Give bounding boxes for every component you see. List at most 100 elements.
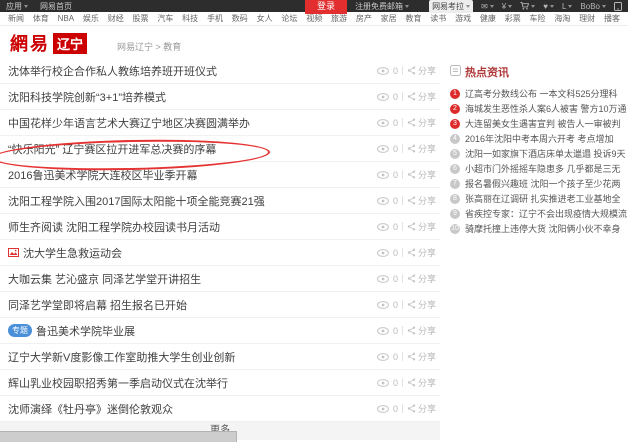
hot-news-item[interactable]: 1 辽高考分数线公布 一本文科525分理科 — [450, 86, 627, 101]
share-button[interactable]: 分享 — [407, 220, 436, 233]
channel-link[interactable]: 理财 — [579, 13, 595, 24]
news-title-link[interactable]: 大咖云集 艺沁盛京 同泽艺学堂开讲招生 — [8, 271, 201, 287]
share-icon — [407, 144, 416, 153]
share-label: 分享 — [418, 246, 436, 259]
news-row: 沈大学生急救运动会 0 分享 — [0, 240, 440, 266]
channel-link[interactable]: 播客 — [604, 13, 620, 24]
share-button[interactable]: 分享 — [407, 402, 436, 415]
views-icon — [377, 296, 389, 314]
channel-link[interactable]: 财经 — [108, 13, 124, 24]
channel-link[interactable]: 女人 — [257, 13, 273, 24]
news-title-link[interactable]: 沈体举行校企合作私人教练培养班开班仪式 — [8, 63, 217, 79]
news-title-link[interactable]: 同泽艺学堂即将启幕 招生报名已开始 — [8, 297, 187, 313]
channel-link[interactable]: 体育 — [33, 13, 49, 24]
channel-link[interactable]: 科技 — [182, 13, 198, 24]
news-title-link[interactable]: 沈阳科技学院创新“3+1”培养模式 — [8, 89, 166, 105]
heart-icon[interactable]: ♥ — [543, 2, 554, 11]
channel-link[interactable]: 读书 — [430, 13, 446, 24]
news-title-link[interactable]: 鲁迅美术学院毕业展 — [36, 323, 135, 339]
channel-link[interactable]: 旅游 — [331, 13, 347, 24]
share-button[interactable]: 分享 — [407, 272, 436, 285]
share-button[interactable]: 分享 — [407, 116, 436, 129]
news-title-link[interactable]: 沈阳工程学院入围2017国际太阳能十项全能竞赛21强 — [8, 193, 265, 209]
divider — [402, 300, 403, 309]
channel-link[interactable]: 论坛 — [281, 13, 297, 24]
channel-link[interactable]: 车险 — [530, 13, 546, 24]
hot-news-item[interactable]: 2 海城发生恶性杀人案6人被害 警方10万通 — [450, 101, 627, 116]
hot-news-item[interactable]: 5 沈阳一如家旗下酒店床单太邋遢 投诉9天 — [450, 146, 627, 161]
share-label: 分享 — [418, 402, 436, 415]
channel-link[interactable]: 健康 — [480, 13, 496, 24]
netease-home-link[interactable]: 网易首页 — [40, 1, 72, 12]
share-button[interactable]: 分享 — [407, 142, 436, 155]
view-count: 0 — [393, 92, 398, 102]
top-utility-bar: 应用 网易首页 登录 注册免费邮箱 网易考拉 ✉ ¥ ♥ L BoBo — [0, 0, 628, 12]
share-button[interactable]: 分享 — [407, 64, 436, 77]
breadcrumb[interactable]: 网易辽宁 > 教育 — [117, 40, 181, 53]
channel-link[interactable]: 游戏 — [455, 13, 471, 24]
channel-link[interactable]: 汽车 — [157, 13, 173, 24]
mail-icon[interactable]: ✉ — [481, 2, 494, 11]
hot-news-item[interactable]: 7 报名暑假兴趣班 沈阳一个孩子至少花两 — [450, 176, 627, 191]
views-icon — [377, 140, 389, 158]
login-button[interactable]: 登录 — [305, 0, 347, 14]
channel-link[interactable]: 家居 — [381, 13, 397, 24]
divider — [402, 352, 403, 361]
share-button[interactable]: 分享 — [407, 246, 436, 259]
views-icon — [377, 114, 389, 132]
cart-icon[interactable] — [520, 2, 535, 10]
liaoning-logo-badge[interactable]: 辽宁 — [53, 33, 87, 54]
news-title-link[interactable]: 师生齐阅读 沈阳工程学院办校园读书月活动 — [8, 219, 220, 235]
hot-news-item[interactable]: 9 省疾控专家：辽宁不会出现疫情大规模流 — [450, 206, 627, 221]
lofter-link[interactable]: L — [562, 2, 572, 11]
money-icon[interactable]: ¥ — [502, 2, 512, 11]
view-count: 0 — [393, 352, 398, 362]
bobo-link[interactable]: BoBo — [580, 2, 606, 11]
channel-link[interactable]: 视频 — [306, 13, 322, 24]
apps-menu[interactable]: 应用 — [6, 1, 28, 12]
view-count: 0 — [393, 300, 398, 310]
channel-link[interactable]: 海淘 — [554, 13, 570, 24]
channel-link[interactable]: NBA — [58, 14, 74, 23]
share-button[interactable]: 分享 — [407, 376, 436, 389]
hot-news-item[interactable]: 6 小超市门外摇摇车隐患多 几乎都是三无 — [450, 161, 627, 176]
share-icon — [407, 66, 416, 75]
netease-logo[interactable]: 網易 — [10, 30, 50, 56]
share-button[interactable]: 分享 — [407, 90, 436, 103]
hot-news-item[interactable]: 3 大连留美女生遇害宣判 被告人一审被判 — [450, 116, 627, 131]
channel-link[interactable]: 教育 — [405, 13, 421, 24]
channel-link[interactable]: 彩票 — [505, 13, 521, 24]
news-title-link[interactable]: 辉山乳业校园职招秀第一季启动仪式在沈举行 — [8, 375, 228, 391]
hot-news-item[interactable]: 4 2016年沈阳中考本周六开考 考点增加 — [450, 131, 627, 146]
share-button[interactable]: 分享 — [407, 350, 436, 363]
share-button[interactable]: 分享 — [407, 194, 436, 207]
kaola-link[interactable]: 网易考拉 — [429, 0, 473, 13]
channel-link[interactable]: 娱乐 — [83, 13, 99, 24]
news-title-link[interactable]: “快乐阳光” 辽宁赛区拉开进军总决赛的序幕 — [8, 141, 216, 157]
news-title-link[interactable]: 沈大学生急救运动会 — [23, 245, 122, 261]
share-icon — [407, 352, 416, 361]
views-icon — [377, 400, 389, 418]
view-count: 0 — [393, 378, 398, 388]
news-list: 沈体举行校企合作私人教练培养班开班仪式 0 分享 沈阳科技学院创新“3+1”培养… — [0, 58, 440, 440]
hot-news-item[interactable]: 10 骑摩托撞上违停大货 沈阳俩小伙不幸身 — [450, 221, 627, 236]
news-title-link[interactable]: 中国花样少年语言艺术大赛辽宁地区决赛圆满举办 — [8, 115, 250, 131]
news-row: “快乐阳光” 辽宁赛区拉开进军总决赛的序幕 0 分享 — [0, 136, 440, 162]
channel-link[interactable]: 房产 — [356, 13, 372, 24]
news-title-link[interactable]: 沈师演绎《牡丹亭》迷倒伦敦观众 — [8, 401, 173, 417]
news-row: 中国花样少年语言艺术大赛辽宁地区决赛圆满举办 0 分享 — [0, 110, 440, 136]
channel-link[interactable]: 手机 — [207, 13, 223, 24]
client-icon[interactable] — [614, 2, 622, 11]
share-button[interactable]: 分享 — [407, 168, 436, 181]
news-title-link[interactable]: 辽宁大学新V度影像工作室助推大学生创业创新 — [8, 349, 235, 365]
share-button[interactable]: 分享 — [407, 298, 436, 311]
channel-link[interactable]: 股票 — [133, 13, 149, 24]
news-title-link[interactable]: 2016鲁迅美术学院大连校区毕业季开幕 — [8, 167, 197, 183]
channel-link[interactable]: 新闻 — [8, 13, 24, 24]
register-mail-link[interactable]: 注册免费邮箱 — [355, 1, 409, 12]
browser-status-bar — [0, 431, 237, 442]
news-row: 沈师演绎《牡丹亭》迷倒伦敦观众 0 分享 — [0, 396, 440, 422]
hot-news-item[interactable]: 8 张高丽在辽调研 扎实推进老工业基地全 — [450, 191, 627, 206]
share-button[interactable]: 分享 — [407, 324, 436, 337]
channel-link[interactable]: 数码 — [232, 13, 248, 24]
